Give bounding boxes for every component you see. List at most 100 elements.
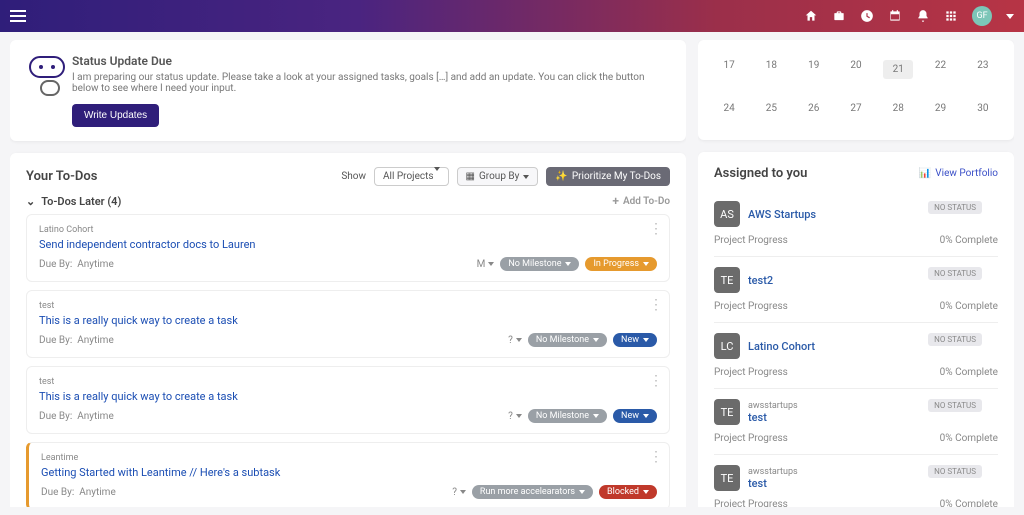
todo-project: Leantime xyxy=(41,453,657,463)
todo-title-link[interactable]: Getting Started with Leantime // Here's … xyxy=(41,466,657,479)
milestone-pill[interactable]: Run more accelearators xyxy=(472,485,593,499)
todo-menu-icon[interactable]: ⋮ xyxy=(649,373,663,389)
status-badge: NO STATUS xyxy=(928,201,982,214)
project-item: NO STATUS TE awsstartups test Project Pr… xyxy=(714,389,998,455)
status-badge: NO STATUS xyxy=(928,333,982,346)
menu-toggle[interactable] xyxy=(10,10,26,22)
project-avatar: TE xyxy=(714,465,740,491)
todo-item: ⋮ Latino Cohort Send independent contrac… xyxy=(26,214,670,282)
status-pill[interactable]: Blocked xyxy=(599,485,657,499)
milestone-pill[interactable]: No Milestone xyxy=(500,257,579,271)
progress-value: 0% Complete xyxy=(940,433,998,444)
todo-title-link[interactable]: Send independent contractor docs to Laur… xyxy=(39,238,657,251)
todo-title-link[interactable]: This is a really quick way to create a t… xyxy=(39,390,657,403)
project-avatar: TE xyxy=(714,399,740,425)
assigned-card: Assigned to you 📊 View Portfolio NO STAT… xyxy=(698,152,1014,507)
status-body: I am preparing our status update. Please… xyxy=(72,72,670,94)
status-title: Status Update Due xyxy=(72,54,670,68)
progress-value: 0% Complete xyxy=(940,499,998,507)
todos-heading: Your To-Dos xyxy=(26,169,97,184)
assigned-heading: Assigned to you xyxy=(714,166,807,181)
todos-card: Your To-Dos Show All Projects ▦ Group By… xyxy=(10,153,686,507)
calendar-day[interactable]: 24 xyxy=(714,103,744,114)
add-todo-button[interactable]: +Add To-Do xyxy=(612,194,670,208)
project-item: NO STATUS TE awsstartups test Project Pr… xyxy=(714,455,998,507)
calendar-day[interactable]: 17 xyxy=(714,60,744,79)
prioritize-button[interactable]: ✨ Prioritize My To-Dos xyxy=(546,167,670,186)
calendar-day[interactable]: 29 xyxy=(926,103,956,114)
project-link[interactable]: test xyxy=(748,411,998,424)
status-pill[interactable]: New xyxy=(613,333,657,347)
status-badge: NO STATUS xyxy=(928,465,982,478)
group-by-button[interactable]: ▦ Group By xyxy=(457,167,539,186)
calendar-day[interactable]: 18 xyxy=(756,60,786,79)
progress-label: Project Progress xyxy=(714,235,788,246)
calendar-icon[interactable] xyxy=(888,9,902,23)
calendar-day[interactable]: 28 xyxy=(883,103,913,114)
progress-label: Project Progress xyxy=(714,367,788,378)
status-update-card: Status Update Due I am preparing our sta… xyxy=(10,40,686,141)
progress-value: 0% Complete xyxy=(940,301,998,312)
todo-due: Due By: Anytime xyxy=(39,411,114,422)
show-label: Show xyxy=(341,171,366,182)
briefcase-icon[interactable] xyxy=(832,9,846,23)
todo-due: Due By: Anytime xyxy=(39,335,114,346)
progress-value: 0% Complete xyxy=(940,235,998,246)
todo-item: ⋮ Leantime Getting Started with Leantime… xyxy=(26,442,670,507)
progress-label: Project Progress xyxy=(714,433,788,444)
calendar-day[interactable]: 26 xyxy=(799,103,829,114)
todo-due: Due By: Anytime xyxy=(39,259,114,270)
topbar: GF xyxy=(0,0,1024,32)
calendar-day[interactable]: 22 xyxy=(926,60,956,79)
assignee-badge[interactable]: ? xyxy=(508,335,522,346)
calendar-day[interactable]: 23 xyxy=(968,60,998,79)
home-icon[interactable] xyxy=(804,9,818,23)
view-portfolio-link[interactable]: 📊 View Portfolio xyxy=(919,168,998,179)
milestone-pill[interactable]: No Milestone xyxy=(528,333,607,347)
todo-project: test xyxy=(39,377,657,387)
write-updates-button[interactable]: Write Updates xyxy=(72,104,159,127)
progress-label: Project Progress xyxy=(714,301,788,312)
project-item: NO STATUS TE test2 Project Progress 0% C… xyxy=(714,257,998,323)
assignee-badge[interactable]: M xyxy=(477,259,495,270)
project-filter[interactable]: All Projects xyxy=(374,167,449,186)
clock-icon[interactable] xyxy=(860,9,874,23)
user-menu-caret[interactable] xyxy=(1006,14,1014,19)
todo-menu-icon[interactable]: ⋮ xyxy=(649,297,663,313)
todo-due: Due By: Anytime xyxy=(41,487,116,498)
apps-icon[interactable] xyxy=(944,9,958,23)
progress-value: 0% Complete xyxy=(940,367,998,378)
todo-project: Latino Cohort xyxy=(39,225,657,235)
todo-item: ⋮ test This is a really quick way to cre… xyxy=(26,366,670,434)
calendar-day[interactable]: 30 xyxy=(968,103,998,114)
calendar-day[interactable]: 21 xyxy=(883,60,913,79)
project-avatar: TE xyxy=(714,267,740,293)
bell-icon[interactable] xyxy=(916,9,930,23)
calendar-day[interactable]: 27 xyxy=(841,103,871,114)
project-item: NO STATUS LC Latino Cohort Project Progr… xyxy=(714,323,998,389)
calendar-day[interactable]: 25 xyxy=(756,103,786,114)
robot-icon xyxy=(26,54,60,96)
assignee-badge[interactable]: ? xyxy=(452,487,466,498)
calendar-widget: 17 18 19 20 21 22 23 24 25 26 27 28 29 30 xyxy=(698,40,1014,140)
project-avatar: LC xyxy=(714,333,740,359)
status-pill[interactable]: In Progress xyxy=(585,257,657,271)
todo-menu-icon[interactable]: ⋮ xyxy=(649,449,663,465)
assignee-badge[interactable]: ? xyxy=(508,411,522,422)
status-pill[interactable]: New xyxy=(613,409,657,423)
milestone-pill[interactable]: No Milestone xyxy=(528,409,607,423)
progress-label: Project Progress xyxy=(714,499,788,507)
todo-menu-icon[interactable]: ⋮ xyxy=(649,221,663,237)
todo-item: ⋮ test This is a really quick way to cre… xyxy=(26,290,670,358)
project-item: NO STATUS AS AWS Startups Project Progre… xyxy=(714,191,998,257)
todo-project: test xyxy=(39,301,657,311)
status-badge: NO STATUS xyxy=(928,267,982,280)
todo-title-link[interactable]: This is a really quick way to create a t… xyxy=(39,314,657,327)
project-avatar: AS xyxy=(714,201,740,227)
calendar-day[interactable]: 20 xyxy=(841,60,871,79)
user-avatar[interactable]: GF xyxy=(972,6,992,26)
calendar-day[interactable]: 19 xyxy=(799,60,829,79)
status-badge: NO STATUS xyxy=(928,399,982,412)
section-toggle-later[interactable]: ⌄To-Dos Later (4) +Add To-Do xyxy=(26,194,670,208)
project-link[interactable]: test xyxy=(748,477,998,490)
